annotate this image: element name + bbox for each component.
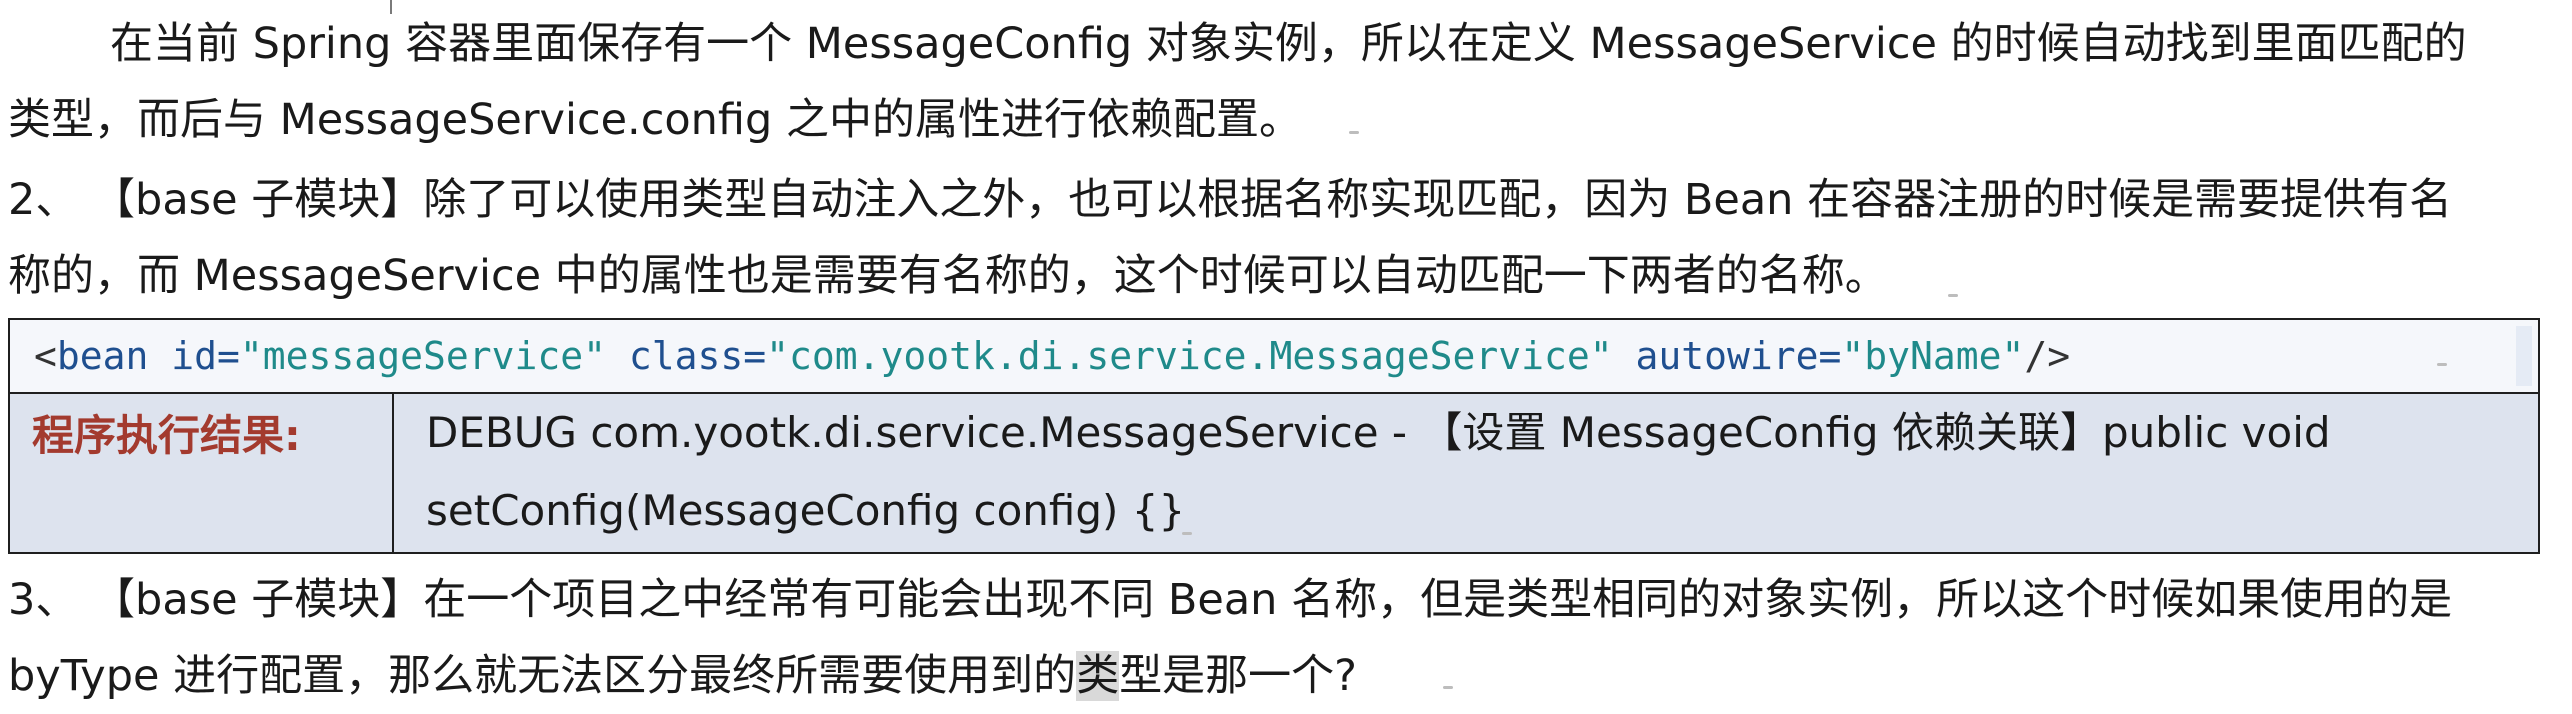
- code-scrollbar: [2516, 326, 2532, 386]
- code-open-bracket: <: [34, 334, 57, 378]
- code-id-attribute: id=: [148, 334, 240, 378]
- paragraph-1-line-1: 在当前 Spring 容器里面保存有一个 MessageConfig 对象实例，…: [110, 19, 2467, 69]
- document-page: 在当前 Spring 容器里面保存有一个 MessageConfig 对象实例，…: [0, 0, 2572, 714]
- result-label: 程序执行结果:: [32, 411, 301, 460]
- paragraph-mark: [1349, 131, 1359, 134]
- paragraph-mark: [1948, 294, 1958, 297]
- result-label-cell: 程序执行结果:: [10, 394, 394, 552]
- paragraph-1-line-2: 类型，而后与 MessageService.config 之中的属性进行依赖配置…: [8, 95, 1302, 145]
- result-line-1: DEBUG com.yootk.di.service.MessageServic…: [426, 408, 2331, 457]
- code-tag-name: bean: [56, 334, 149, 378]
- code-id-value: "messageService": [239, 334, 606, 378]
- code-class-value: "com.yootk.di.service.MessageService": [766, 334, 1613, 378]
- code-class-attribute: class=: [605, 334, 767, 378]
- paragraph-3-line-2: byType 进行配置，那么就无法区分最终所需要使用到的类型是那一个?: [8, 640, 2548, 712]
- result-content-cell: DEBUG com.yootk.di.service.MessageServic…: [394, 394, 2540, 552]
- code-block: <bean id="messageService" class="com.yoo…: [8, 318, 2540, 394]
- code-line: <bean id="messageService" class="com.yoo…: [34, 329, 2070, 383]
- paragraph-3-line-1: 3、 【base 子模块】在一个项目之中经常有可能会出现不同 Bean 名称，但…: [8, 575, 2453, 625]
- code-autowire-value: "byName": [1841, 334, 2025, 378]
- paragraph-mark: [1182, 532, 1192, 535]
- paragraph-3-line-2-start: byType 进行配置，那么就无法区分最终所需要使用到的: [8, 651, 1077, 701]
- paragraph-3-line-2-end: 型是那一个?: [1119, 651, 1358, 701]
- code-autowire-attribute: autowire=: [1612, 334, 1842, 378]
- result-table: 程序执行结果: DEBUG com.yootk.di.service.Messa…: [8, 394, 2540, 554]
- code-close-bracket: />: [2024, 334, 2071, 378]
- result-line-2: setConfig(MessageConfig config) {}: [426, 486, 1186, 535]
- paragraph-2-line-1: 2、 【base 子模块】除了可以使用类型自动注入之外，也可以根据名称实现匹配，…: [8, 175, 2453, 225]
- highlighted-text: 类: [1076, 651, 1120, 701]
- paragraph-2-line-2: 称的，而 MessageService 中的属性也是需要有名称的，这个时候可以自…: [8, 251, 1888, 301]
- paragraph-mark: [1443, 686, 1453, 689]
- paragraph-mark: [2437, 363, 2447, 366]
